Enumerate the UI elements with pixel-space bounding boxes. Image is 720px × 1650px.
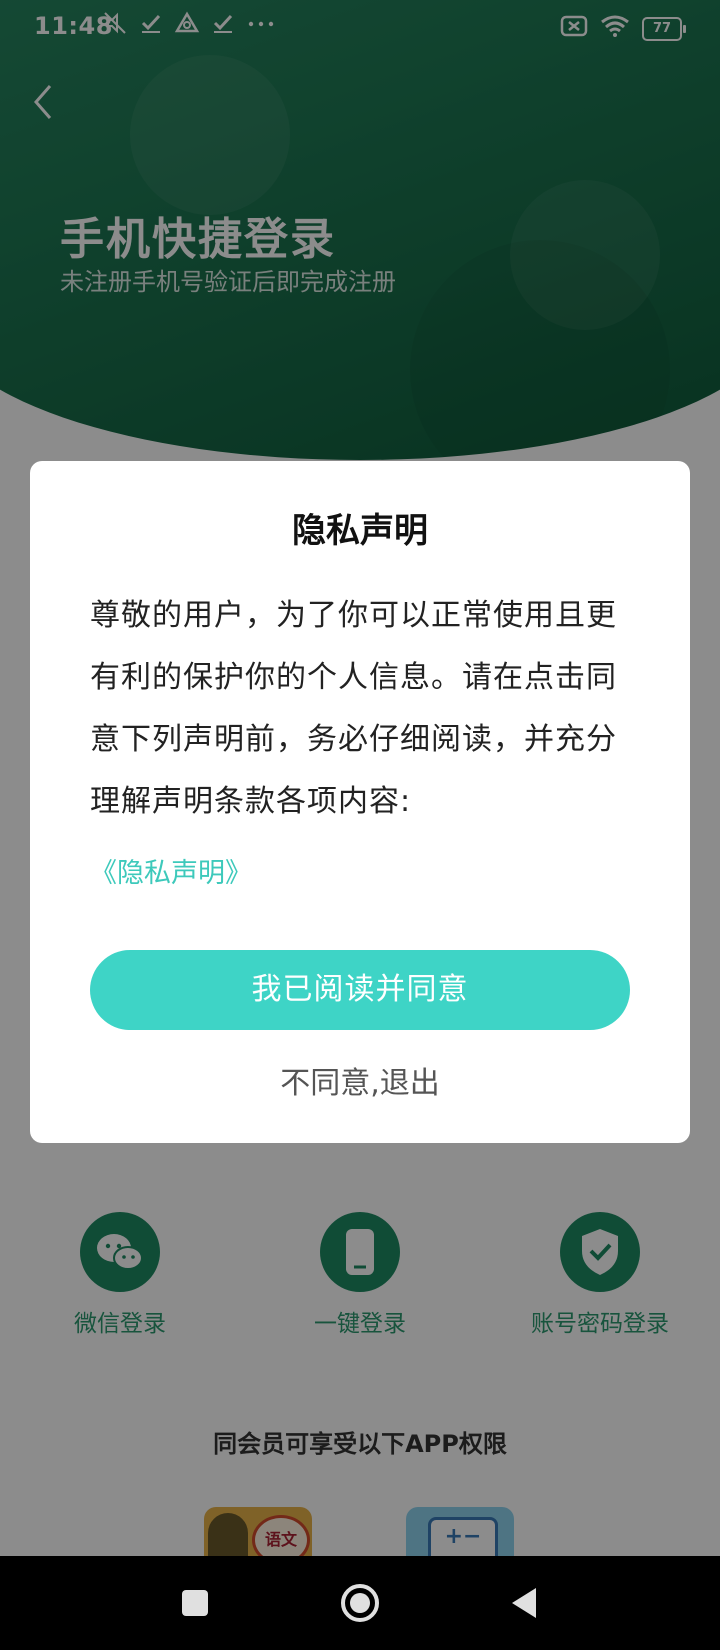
privacy-dialog: 隐私声明 尊敬的用户，为了你可以正常使用且更有利的保护你的个人信息。请在点击同意… xyxy=(30,461,690,1143)
agree-button[interactable]: 我已阅读并同意 xyxy=(90,950,630,1030)
home-icon[interactable] xyxy=(335,1578,385,1628)
dialog-title: 隐私声明 xyxy=(292,511,428,551)
privacy-policy-link[interactable]: 《隐私声明》 xyxy=(90,851,252,890)
disagree-exit-button[interactable]: 不同意,退出 xyxy=(90,1059,630,1109)
back-icon[interactable] xyxy=(500,1578,550,1628)
recent-apps-icon[interactable] xyxy=(170,1578,220,1628)
dialog-body: 尊敬的用户，为了你可以正常使用且更有利的保护你的个人信息。请在点击同意下列声明前… xyxy=(90,598,617,819)
login-screen: 11:48 77 手机快捷登录 未注册手机号验证后即完成注册 微信登录 一键登录… xyxy=(0,0,720,1650)
navigation-bar xyxy=(0,1556,720,1650)
